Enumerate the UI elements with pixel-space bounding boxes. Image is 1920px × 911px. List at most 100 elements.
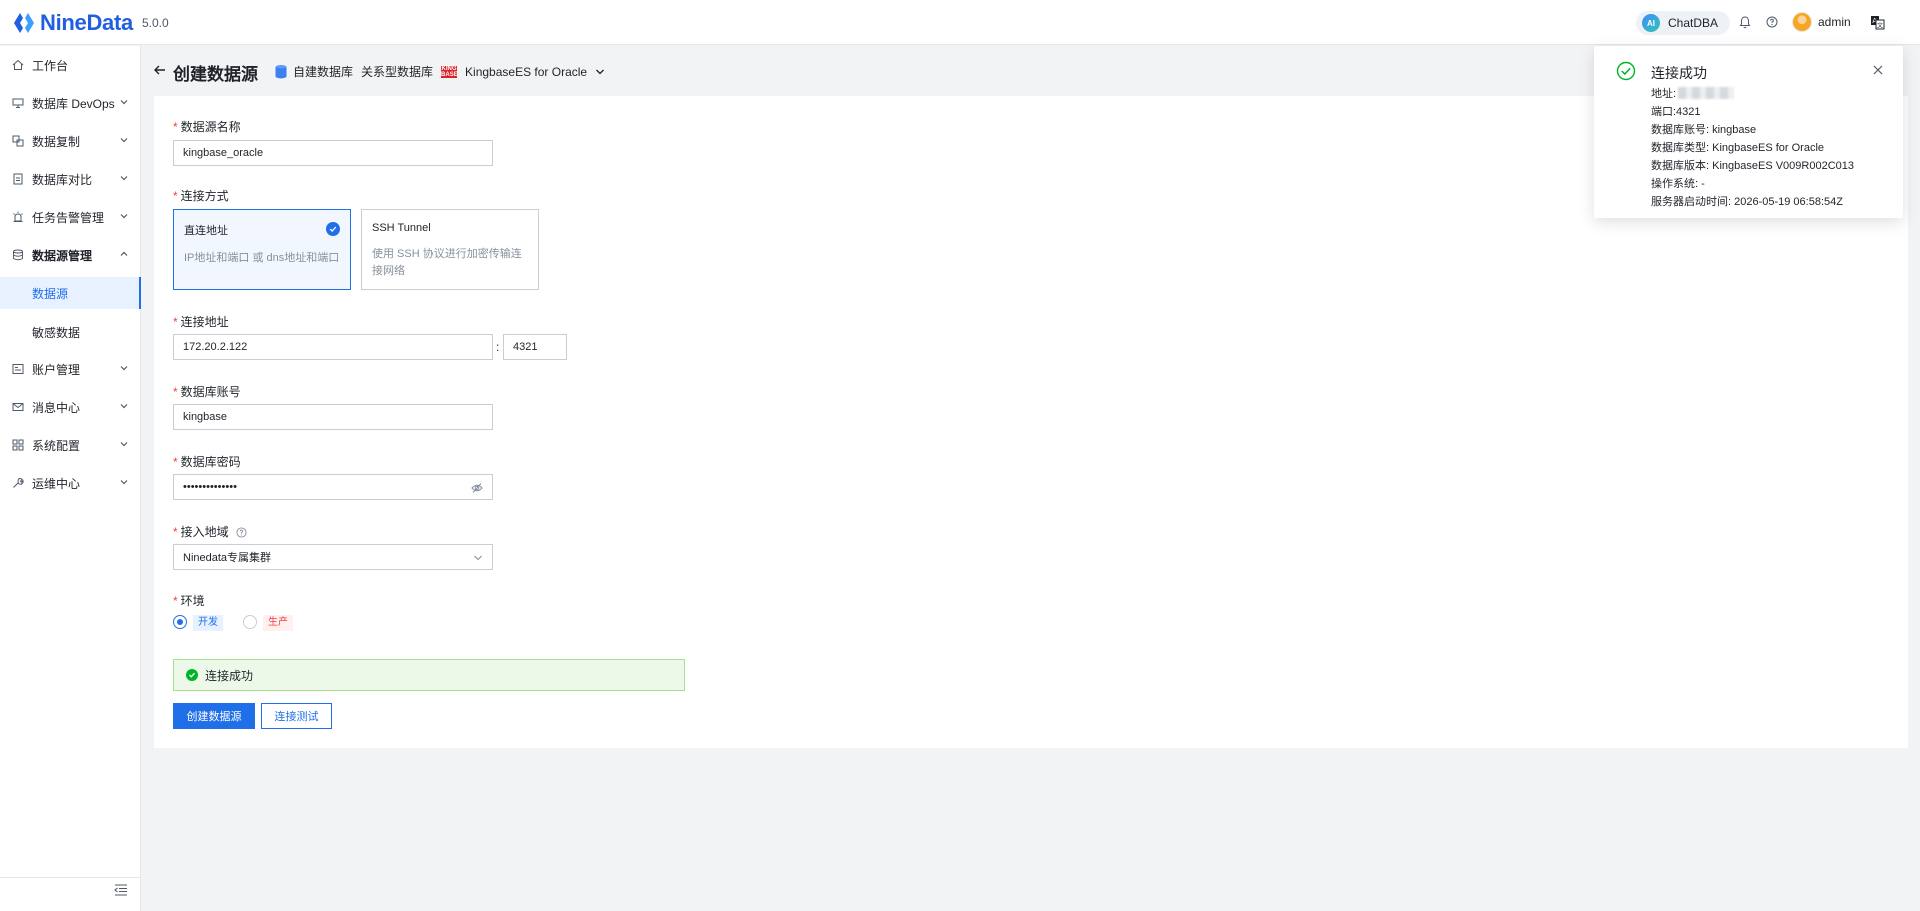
replication-icon <box>11 134 25 148</box>
account-input[interactable]: kingbase <box>173 404 493 430</box>
region-select[interactable]: Ninedata专属集群 <box>173 544 493 570</box>
conn-mode-ssh[interactable]: SSH Tunnel 使用 SSH 协议进行加密传输连接网络 <box>361 209 539 290</box>
field-label-region: * 接入地域 <box>173 523 247 540</box>
sidebar: 工作台 数据库 DevOps 数据复制 数据库对比 任务告警管理 数据源管理 数… <box>0 46 141 911</box>
version-label: 5.0.0 <box>142 16 169 30</box>
database-icon <box>275 64 287 78</box>
help-icon[interactable] <box>1764 14 1780 30</box>
test-connection-button[interactable]: 连接测试 <box>261 703 332 729</box>
check-icon <box>326 222 340 236</box>
field-label-env: * 环境 <box>173 594 205 608</box>
sidebar-item-compare[interactable]: 数据库对比 <box>0 160 141 198</box>
kingbase-icon: KING BASE <box>441 65 458 78</box>
port-input[interactable]: 4321 <box>503 334 567 360</box>
close-icon[interactable] <box>1872 64 1884 76</box>
password-input[interactable]: •••••••••••••• <box>173 474 493 500</box>
collapse-sidebar-icon[interactable] <box>114 883 128 897</box>
env-radio-prod[interactable] <box>243 615 257 629</box>
sidebar-subitem-label: 敏感数据 <box>32 325 81 340</box>
sidebar-item-account[interactable]: 账户管理 <box>0 350 141 388</box>
conn-mode-title: SSH Tunnel <box>372 222 431 234</box>
help-icon[interactable] <box>236 527 247 538</box>
sidebar-item-alarm[interactable]: 任务告警管理 <box>0 198 141 236</box>
wrench-icon <box>11 476 25 490</box>
sidebar-item-label: 消息中心 <box>32 400 81 415</box>
env-tag-prod[interactable]: 生产 <box>263 615 293 631</box>
host-input[interactable]: 172.20.2.122 <box>173 334 493 360</box>
language-icon[interactable]: A文 <box>1869 14 1885 30</box>
field-label-password: * 数据库密码 <box>173 455 241 469</box>
sidebar-item-messages[interactable]: 消息中心 <box>0 388 141 426</box>
field-label-conn-mode: * 连接方式 <box>173 189 229 203</box>
sidebar-item-label: 数据源管理 <box>32 248 93 263</box>
home-icon <box>11 58 25 72</box>
conn-mode-title: 直连地址 <box>184 225 228 237</box>
sidebar-item-label: 数据复制 <box>32 134 81 149</box>
sidebar-item-label: 工作台 <box>32 58 69 73</box>
chevron-down-icon <box>120 138 128 143</box>
field-label-address: * 连接地址 <box>173 315 229 329</box>
region-select-value: Ninedata专属集群 <box>183 552 272 564</box>
sidebar-item-system-config[interactable]: 系统配置 <box>0 426 141 464</box>
notification-line: 数据库账号: kingbase <box>1651 124 1757 136</box>
page-title: 创建数据源 <box>173 65 258 84</box>
sidebar-item-ops[interactable]: 运维中心 <box>0 464 141 502</box>
bell-icon[interactable] <box>1737 14 1753 30</box>
env-radio-dev[interactable] <box>173 615 187 629</box>
breadcrumb-item: 自建数据库 <box>293 65 354 79</box>
logo-text: NineData <box>40 10 133 35</box>
redacted-address <box>1678 87 1735 99</box>
name-input[interactable]: kingbase_oracle <box>173 140 493 166</box>
chevron-down-icon[interactable] <box>595 67 605 77</box>
compare-icon <box>11 172 25 186</box>
breadcrumb: 自建数据库 关系型数据库 KING BASE KingbaseES for Ora… <box>275 63 605 80</box>
devops-icon <box>11 96 25 110</box>
chatdba-button[interactable]: AI ChatDBA <box>1636 11 1731 35</box>
notification-line: 数据库版本: KingbaseES V009R002C013 <box>1651 160 1854 172</box>
conn-mode-direct[interactable]: 直连地址 IP地址和端口 或 dns地址和端口 <box>173 209 351 290</box>
chatdba-label: ChatDBA <box>1668 16 1719 30</box>
sidebar-item-label: 账户管理 <box>32 362 81 377</box>
username: admin <box>1818 15 1851 29</box>
env-tag-dev[interactable]: 开发 <box>193 615 223 631</box>
user-menu[interactable]: admin <box>1792 12 1851 32</box>
sidebar-subitem-sensitive-data[interactable]: 敏感数据 <box>0 316 141 348</box>
notification-title: 连接成功 <box>1651 65 1707 81</box>
field-label-account: * 数据库账号 <box>173 385 241 399</box>
field-label-name: * 数据源名称 <box>173 120 241 134</box>
top-bar: NineData 5.0.0 AI ChatDBA admin A文 <box>0 0 1920 45</box>
sidebar-item-label: 任务告警管理 <box>32 210 105 225</box>
notification-line: 操作系统: - <box>1651 178 1705 190</box>
chevron-down-icon <box>474 555 482 561</box>
sidebar-item-datasource-management[interactable]: 数据源管理 <box>0 236 141 274</box>
create-datasource-button[interactable]: 创建数据源 <box>173 703 255 729</box>
ai-icon: AI <box>1642 14 1660 32</box>
back-arrow-icon[interactable] <box>153 63 167 77</box>
success-circle-icon <box>1616 61 1636 81</box>
conn-mode-desc: 使用 SSH 协议进行加密传输连接网络 <box>372 248 522 277</box>
chevron-down-icon <box>120 480 128 485</box>
chevron-down-icon <box>120 442 128 447</box>
sidebar-item-replication[interactable]: 数据复制 <box>0 122 141 160</box>
logo[interactable]: NineData <box>12 10 133 36</box>
ninedata-logo-icon <box>14 13 34 33</box>
sidebar-item-devops[interactable]: 数据库 DevOps <box>0 84 141 122</box>
avatar <box>1792 12 1812 32</box>
sidebar-item-workbench[interactable]: 工作台 <box>0 46 141 84</box>
chevron-up-icon <box>120 251 128 256</box>
sidebar-item-label: 数据库对比 <box>32 172 93 187</box>
notification-line: 端口:4321 <box>1651 106 1701 118</box>
mail-icon <box>11 400 25 414</box>
sidebar-subitem-datasource[interactable]: 数据源 <box>0 277 141 309</box>
eye-off-icon[interactable] <box>471 482 483 494</box>
notification-line: 服务器启动时间: 2026-05-19 06:58:54Z <box>1651 196 1843 208</box>
account-icon <box>11 362 25 376</box>
alarm-icon <box>11 210 25 224</box>
breadcrumb-item: 关系型数据库 <box>361 65 434 79</box>
notification-line: 地址: <box>1651 85 1735 101</box>
svg-text:文: 文 <box>1877 21 1883 29</box>
chevron-down-icon <box>120 100 128 105</box>
conn-mode-desc: IP地址和端口 或 dns地址和端口 <box>184 252 340 264</box>
breadcrumb-item: KingbaseES for Oracle <box>465 64 588 79</box>
notification-line: 数据库类型: KingbaseES for Oracle <box>1651 142 1825 154</box>
